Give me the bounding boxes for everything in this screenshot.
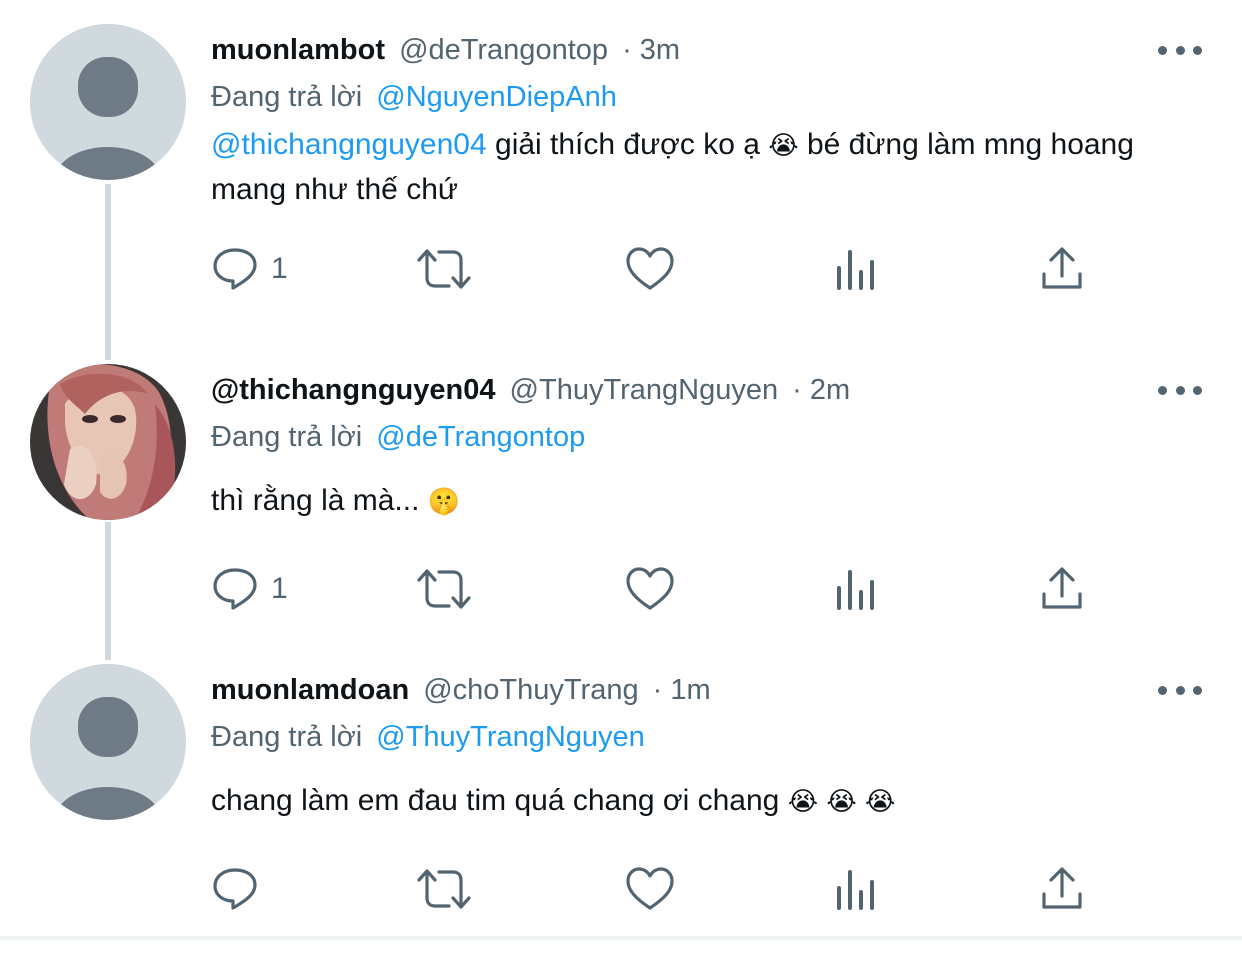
tweet-text: thì rằng là mà... 🤫 [211,479,1171,524]
views-button[interactable] [835,864,877,914]
replying-to: Đang trả lời @ThuyTrangNguyen [211,717,645,757]
more-icon[interactable] [1158,34,1202,66]
divider [0,936,1242,940]
emoji: 😭 😭 😭 [787,787,896,817]
retweet-icon [417,569,471,609]
tweet[interactable]: muonlamdoan @choThuyTrang · 1m Đang trả … [0,640,1242,940]
share-button[interactable] [1040,864,1084,914]
share-icon [1042,567,1082,609]
emoji: 🤫 [427,487,461,517]
tweet-text: @thichangnguyen04 giải thích được ko ạ 😭… [211,123,1171,212]
tweet-text-part: chang làm em đau tim quá chang ơi chang [211,784,788,817]
like-icon [626,567,674,610]
replying-to-label: Đang trả lời [211,421,363,453]
reply-button[interactable]: 1 [211,564,288,614]
emoji: 😭 [768,131,799,161]
more-icon[interactable] [1158,674,1202,706]
display-name[interactable]: muonlamdoan [211,674,409,706]
timestamp[interactable]: · 3m [622,34,680,66]
timestamp[interactable]: · 2m [792,374,850,406]
tweet-text: chang làm em đau tim quá chang ơi chang … [211,779,1171,824]
retweet-button[interactable] [415,864,473,914]
action-bar [211,864,1111,954]
avatar[interactable] [30,24,186,180]
like-button[interactable] [625,244,675,294]
share-icon [1042,247,1082,289]
reply-icon [213,868,257,910]
views-button[interactable] [835,564,877,614]
retweet-button[interactable] [415,564,473,614]
tweet-text-part: thì rằng là mà... [211,484,428,517]
like-button[interactable] [625,564,675,614]
user-handle[interactable]: @choThuyTrang [423,674,638,706]
share-icon [1042,867,1082,909]
profile-photo-image [30,364,186,520]
replying-to-link[interactable]: @NguyenDiepAnh [376,81,617,113]
views-icon [837,870,874,910]
tweet[interactable]: @thichangnguyen04 @ThuyTrangNguyen · 2m … [0,340,1242,640]
retweet-icon [417,869,471,909]
more-icon[interactable] [1158,374,1202,406]
user-handle[interactable]: @ThuyTrangNguyen [510,374,779,406]
views-button[interactable] [835,244,877,294]
share-button[interactable] [1040,244,1084,294]
retweet-button[interactable] [415,244,473,294]
display-name[interactable]: muonlambot [211,34,385,66]
replying-to: Đang trả lời @deTrangontop [211,417,585,457]
default-avatar-icon [30,24,186,180]
replying-to-label: Đang trả lời [211,81,363,113]
reply-button[interactable] [211,864,271,914]
default-avatar-icon [30,664,186,820]
display-name[interactable]: @thichangnguyen04 [211,374,495,406]
avatar[interactable] [30,364,186,520]
tweet[interactable]: muonlambot @deTrangontop · 3m Đang trả l… [0,0,1242,300]
replying-to-label: Đang trả lời [211,721,363,753]
reply-icon [213,248,257,290]
replying-to-link[interactable]: @ThuyTrangNguyen [376,721,645,753]
reply-count: 1 [271,572,288,605]
like-icon [626,867,674,910]
reply-button[interactable]: 1 [211,244,288,294]
views-icon [837,570,874,610]
replying-to-link[interactable]: @deTrangontop [376,421,585,453]
tweet-header: muonlambot @deTrangontop · 3m [211,30,680,70]
tweet-header: @thichangnguyen04 @ThuyTrangNguyen · 2m [211,370,850,410]
views-icon [837,250,874,290]
like-button[interactable] [625,864,675,914]
user-handle[interactable]: @deTrangontop [399,34,608,66]
mention-link[interactable]: @thichangnguyen04 [211,128,487,161]
timestamp[interactable]: · 1m [653,674,711,706]
reply-count: 1 [271,252,288,285]
share-button[interactable] [1040,564,1084,614]
reply-icon [213,568,257,610]
replying-to: Đang trả lời @NguyenDiepAnh [211,77,617,117]
avatar[interactable] [30,664,186,820]
tweet-header: muonlamdoan @choThuyTrang · 1m [211,670,711,710]
retweet-icon [417,249,471,289]
like-icon [626,247,674,290]
action-bar: 1 [211,244,1111,334]
tweet-text-part: giải thích được ko ạ [486,128,769,161]
